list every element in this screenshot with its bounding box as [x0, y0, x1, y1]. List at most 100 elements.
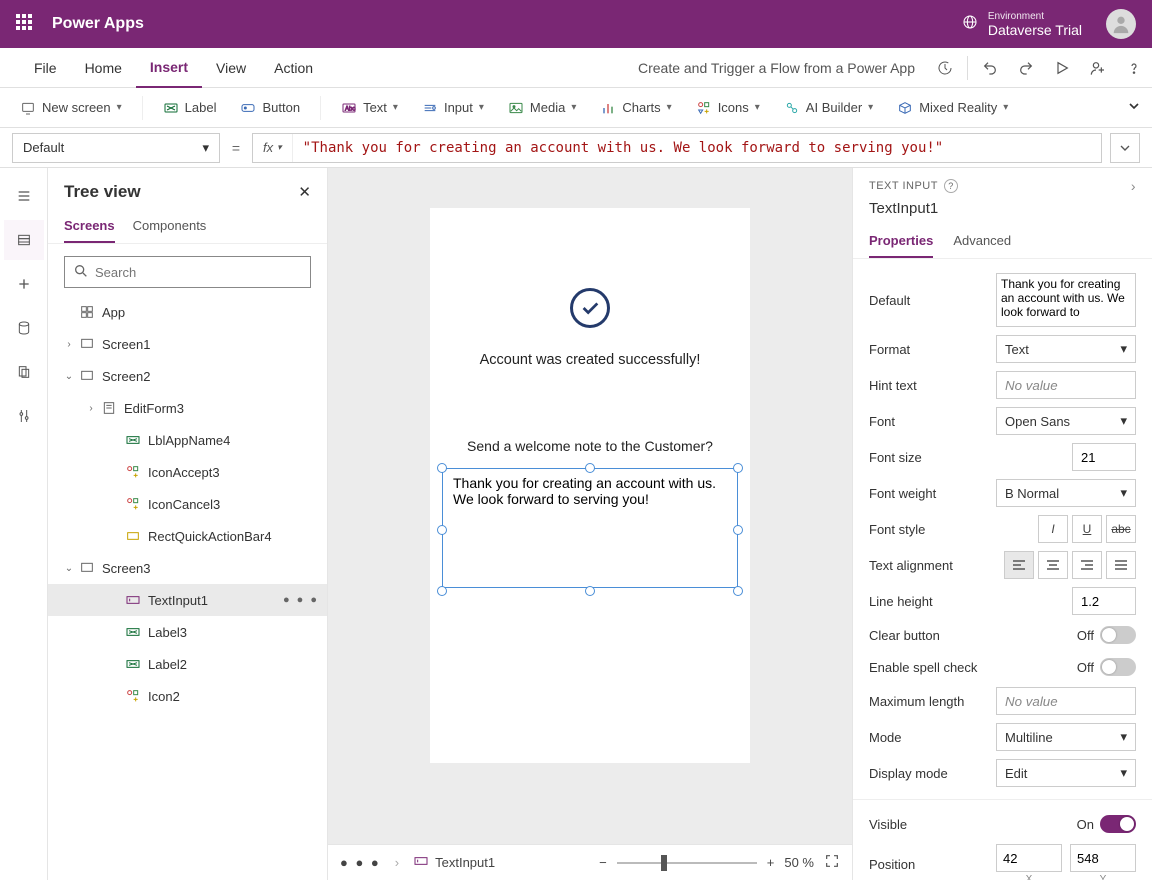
tree-node-lblappname4[interactable]: LblAppName4 — [48, 424, 327, 456]
media-button[interactable]: Media▾ — [498, 92, 586, 124]
underline-button[interactable]: U — [1072, 515, 1102, 543]
environment-icon — [962, 14, 978, 34]
avatar[interactable] — [1106, 9, 1136, 39]
menu-home[interactable]: Home — [71, 48, 136, 88]
prop-pos-x[interactable] — [996, 844, 1062, 872]
tree-node-iconcancel3[interactable]: IconCancel3 — [48, 488, 327, 520]
prop-format-select[interactable]: Text▾ — [996, 335, 1136, 363]
props-tab-properties[interactable]: Properties — [869, 233, 933, 258]
tree-node-iconaccept3[interactable]: IconAccept3 — [48, 456, 327, 488]
undo-icon[interactable] — [972, 48, 1008, 88]
tree-node-editform3[interactable]: ›EditForm3 — [48, 392, 327, 424]
formula-input[interactable]: "Thank you for creating an account with … — [293, 140, 1101, 156]
text-button[interactable]: Abc Text▾ — [331, 92, 408, 124]
rail-media-icon[interactable] — [4, 352, 44, 392]
waffle-icon[interactable] — [16, 14, 36, 34]
resize-handle[interactable] — [585, 463, 595, 473]
prop-clear-toggle[interactable] — [1100, 626, 1136, 644]
resize-handle[interactable] — [733, 463, 743, 473]
resize-handle[interactable] — [437, 525, 447, 535]
menu-insert[interactable]: Insert — [136, 48, 202, 88]
rail-hamburger-icon[interactable] — [4, 176, 44, 216]
zoom-slider[interactable] — [617, 862, 757, 864]
prop-pos-y[interactable] — [1070, 844, 1136, 872]
formula-expand-button[interactable] — [1110, 133, 1140, 163]
prop-spell-toggle[interactable] — [1100, 658, 1136, 676]
breadcrumb[interactable]: TextInput1 — [413, 853, 495, 872]
tree-node-textinput1[interactable]: TextInput1● ● ● — [48, 584, 327, 616]
resize-handle[interactable] — [733, 586, 743, 596]
health-icon[interactable] — [927, 48, 963, 88]
environment-picker[interactable]: Environment Dataverse Trial — [962, 11, 1082, 38]
more-icon[interactable]: ● ● ● — [283, 594, 319, 606]
toolbar-expand-icon[interactable] — [1126, 98, 1142, 117]
tree-node-label3[interactable]: Label3 — [48, 616, 327, 648]
close-icon[interactable]: ✕ — [298, 183, 311, 201]
align-center-button[interactable] — [1038, 551, 1068, 579]
align-left-button[interactable] — [1004, 551, 1034, 579]
charts-button[interactable]: Charts▾ — [590, 92, 681, 124]
menu-view[interactable]: View — [202, 48, 260, 88]
prop-font-select[interactable]: Open Sans▾ — [996, 407, 1136, 435]
resize-handle[interactable] — [437, 586, 447, 596]
prop-mode-select[interactable]: Multiline▾ — [996, 723, 1136, 751]
rail-tools-icon[interactable] — [4, 396, 44, 436]
new-screen-button[interactable]: New screen▾ — [10, 92, 132, 124]
button-button[interactable]: Button — [230, 92, 310, 124]
ai-builder-button[interactable]: AI Builder▾ — [774, 92, 883, 124]
resize-handle[interactable] — [437, 463, 447, 473]
selected-textinput[interactable] — [442, 468, 738, 591]
prop-displaymode-select[interactable]: Edit▾ — [996, 759, 1136, 787]
share-icon[interactable] — [1080, 48, 1116, 88]
label-button[interactable]: Label — [153, 92, 227, 124]
textinput-control[interactable] — [442, 468, 738, 588]
prop-default-input[interactable] — [996, 273, 1136, 327]
rail-tree-icon[interactable] — [4, 220, 44, 260]
resize-handle[interactable] — [733, 525, 743, 535]
tree-node-label2[interactable]: Label2 — [48, 648, 327, 680]
align-right-button[interactable] — [1072, 551, 1102, 579]
zoom-in-icon[interactable]: + — [767, 855, 775, 870]
play-icon[interactable] — [1044, 48, 1080, 88]
redo-icon[interactable] — [1008, 48, 1044, 88]
prop-lineheight-input[interactable] — [1072, 587, 1136, 615]
prop-fontweight-select[interactable]: B Normal▾ — [996, 479, 1136, 507]
prop-hint-input[interactable] — [996, 371, 1136, 399]
resize-handle[interactable] — [585, 586, 595, 596]
chevron-right-icon[interactable]: › — [1131, 178, 1136, 194]
tree-node-rectquickactionbar4[interactable]: RectQuickActionBar4 — [48, 520, 327, 552]
prop-fontsize-input[interactable] — [1072, 443, 1136, 471]
tree-node-screen1[interactable]: ›Screen1 — [48, 328, 327, 360]
menu-file[interactable]: File — [20, 48, 71, 88]
screen-preview[interactable]: Account was created successfully! Send a… — [430, 208, 750, 763]
menu-action[interactable]: Action — [260, 48, 327, 88]
tree-tab-screens[interactable]: Screens — [64, 212, 115, 243]
icons-button[interactable]: Icons▾ — [686, 92, 770, 124]
input-button[interactable]: Input▾ — [412, 92, 494, 124]
zoom-out-icon[interactable]: − — [599, 855, 607, 870]
tree-search[interactable] — [64, 256, 311, 288]
italic-button[interactable]: I — [1038, 515, 1068, 543]
align-justify-button[interactable] — [1106, 551, 1136, 579]
search-input[interactable] — [95, 265, 302, 280]
tree-node-screen2[interactable]: ⌄Screen2 — [48, 360, 327, 392]
fx-button[interactable]: fx▾ — [253, 134, 293, 162]
tree-node-screen3[interactable]: ⌄Screen3 — [48, 552, 327, 584]
mixed-reality-button[interactable]: Mixed Reality▾ — [887, 92, 1018, 124]
help-icon[interactable]: ? — [944, 179, 958, 193]
breadcrumb-more-icon[interactable]: ● ● ● — [340, 855, 381, 870]
fit-screen-icon[interactable] — [824, 853, 840, 872]
strike-button[interactable]: abc — [1106, 515, 1136, 543]
property-selector[interactable]: Default ▾ — [12, 133, 220, 163]
tree-node-app[interactable]: App — [48, 296, 327, 328]
props-tab-advanced[interactable]: Advanced — [953, 233, 1011, 258]
tree-tab-components[interactable]: Components — [133, 212, 207, 243]
prop-maxlen-input[interactable] — [996, 687, 1136, 715]
lab-hint: Create and Trigger a Flow from a Power A… — [638, 60, 915, 76]
prop-visible-toggle[interactable] — [1100, 815, 1136, 833]
help-icon[interactable] — [1116, 48, 1152, 88]
rail-data-icon[interactable] — [4, 308, 44, 348]
tree-node-icon2[interactable]: Icon2 — [48, 680, 327, 712]
chevron-down-icon: ▾ — [202, 140, 209, 156]
rail-insert-icon[interactable] — [4, 264, 44, 304]
